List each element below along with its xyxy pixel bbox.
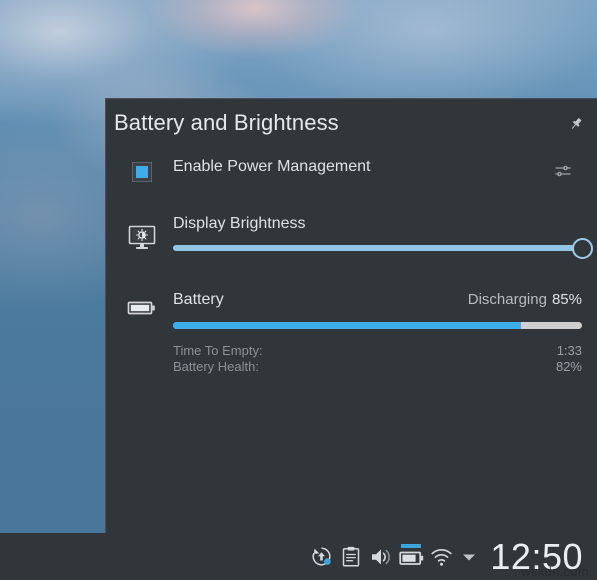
battery-tray-icon[interactable] (396, 533, 426, 580)
chevron-down-icon-glyph (463, 554, 476, 560)
brightness-slider-handle[interactable] (571, 237, 593, 259)
enable-power-management-checkbox[interactable] (132, 162, 152, 182)
battery-icon-glyph (127, 301, 155, 315)
monitor-brightness-icon (120, 223, 164, 253)
updates-icon[interactable] (306, 533, 336, 580)
detail-label: Time To Empty: (173, 343, 263, 358)
battery-percent-text: 85% (551, 291, 582, 308)
brightness-slider-fill (173, 245, 582, 251)
watermark: wsxdn.com (521, 564, 589, 579)
desktop-screen: Battery and Brightness Enable Power Mana… (0, 0, 597, 580)
detail-row: Time To Empty: 1:33 (173, 343, 582, 359)
sliders-settings-icon[interactable] (551, 159, 575, 183)
battery-row: Battery Discharging 85% Time To Empty: 1:… (106, 291, 597, 391)
pin-icon-glyph (571, 118, 582, 129)
monitor-brightness-icon-glyph (128, 225, 156, 249)
display-brightness-label: Display Brightness (173, 215, 306, 232)
battery-progress-fill (173, 322, 521, 329)
volume-icon[interactable] (366, 533, 396, 580)
checkbox-checked-icon (136, 166, 148, 178)
wifi-icon-glyph (431, 548, 452, 566)
clipboard-icon-glyph (343, 546, 360, 567)
display-brightness-row: Display Brightness (106, 215, 597, 271)
wifi-icon[interactable] (426, 533, 456, 580)
detail-label: Battery Health: (173, 359, 259, 374)
battery-brightness-popup: Battery and Brightness Enable Power Mana… (105, 98, 597, 533)
power-management-checkbox-wrap[interactable] (120, 159, 164, 185)
power-management-row: Enable Power Management (106, 151, 597, 195)
brightness-slider[interactable] (173, 237, 593, 259)
sliders-settings-icon-glyph (555, 165, 571, 177)
battery-details: Time To Empty: 1:33 Battery Health: 82% (173, 343, 582, 375)
battery-icon (120, 295, 164, 321)
detail-row: Battery Health: 82% (173, 359, 582, 375)
enable-power-management-label: Enable Power Management (173, 158, 371, 175)
battery-status: Discharging 85% (468, 291, 582, 308)
clipboard-icon[interactable] (336, 533, 366, 580)
popup-header: Battery and Brightness (106, 99, 597, 151)
volume-icon-glyph (372, 549, 391, 564)
pin-icon[interactable] (565, 113, 587, 135)
battery-tray-icon-glyph (399, 543, 424, 565)
updates-icon-glyph (312, 547, 331, 566)
chevron-down-icon[interactable] (456, 533, 482, 580)
battery-label: Battery (173, 291, 224, 308)
detail-value: 82% (555, 359, 582, 374)
detail-value: 1:33 (556, 343, 582, 358)
taskbar-panel: 12:50 wsxdn.com (0, 533, 597, 580)
battery-state-text: Discharging (467, 291, 547, 308)
battery-progress-bar (173, 322, 582, 329)
page-title: Battery and Brightness (114, 110, 339, 135)
